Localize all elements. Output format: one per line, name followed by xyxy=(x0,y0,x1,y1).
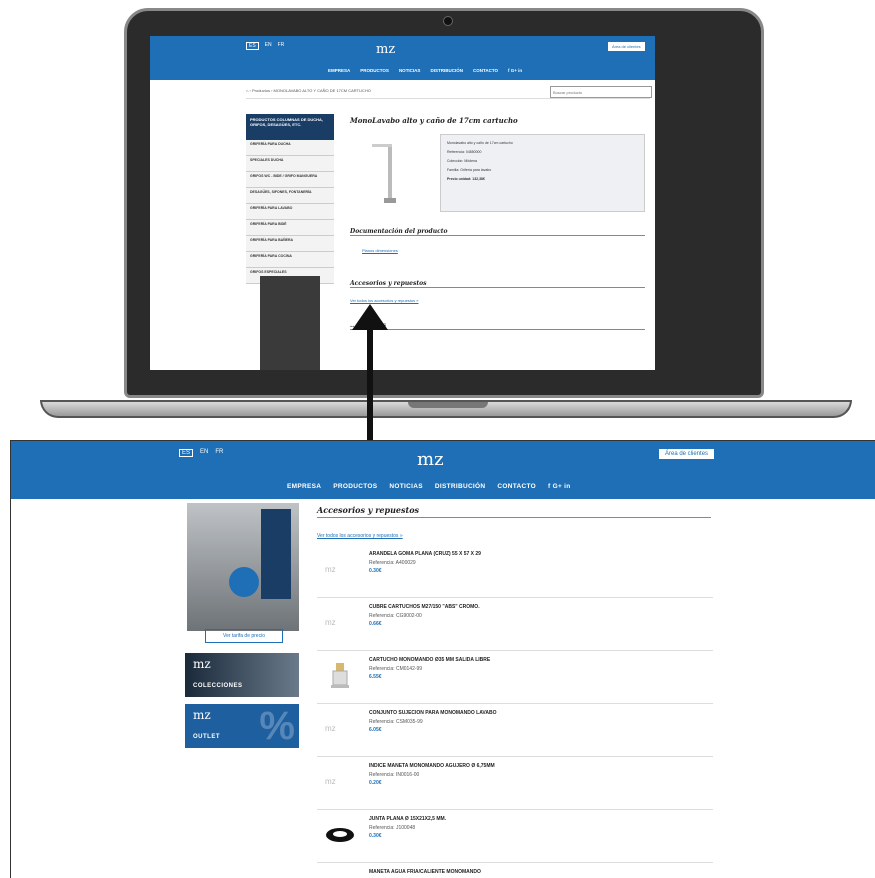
item-name[interactable]: CUBRE CARTUCHOS M27/150 "ABS" CROMO. xyxy=(369,604,480,610)
download-icon[interactable] xyxy=(229,567,259,597)
nav-noticias[interactable]: NOTICIAS xyxy=(389,483,422,490)
item-name[interactable]: ARANDELA GOMA PLANA (CRUZ) 55 X 57 X 29 xyxy=(369,551,481,557)
item-price: 6.05€ xyxy=(369,727,382,733)
item-reference: Referencia: CG9002-00 xyxy=(369,613,422,619)
item-name[interactable]: INDICE MANETA MONOMANDO AGUJERO Ø 6,75MM xyxy=(369,763,495,769)
outlet-logo: mz xyxy=(193,708,211,722)
list-item[interactable]: MANETA AGUA FRIA/CALIENTE MONOMANDO xyxy=(317,863,713,878)
nav-distribucion[interactable]: DISTRIBUCIÓN xyxy=(435,483,486,490)
promo-panel xyxy=(261,509,291,599)
list-item[interactable]: mz ARANDELA GOMA PLANA (CRUZ) 55 X 57 X … xyxy=(317,545,713,598)
list-item[interactable]: JUNTA PLANA Ø 15X21X2,5 MM. Referencia: … xyxy=(317,810,713,863)
collections-logo: mz xyxy=(193,657,211,671)
item-price: 0.20€ xyxy=(369,780,382,786)
list-item[interactable]: mz CONJUNTO SUJECION PARA MONOMANDO LAVA… xyxy=(317,704,713,757)
accessories-link[interactable]: Ver todos los accesorios y repuestos » xyxy=(317,533,403,539)
item-price: 0.30€ xyxy=(369,568,382,574)
accessories-heading: Accesorios y repuestos xyxy=(317,505,711,518)
item-price: 0.66€ xyxy=(369,621,382,627)
cartridge-image xyxy=(331,663,349,688)
placeholder-thumb: mz xyxy=(325,724,336,733)
item-reference: Referencia: J100048 xyxy=(369,825,416,831)
placeholder-thumb: mz xyxy=(325,777,336,786)
item-price: 0.30€ xyxy=(369,833,382,839)
collections-banner[interactable]: mz COLECCIONES xyxy=(185,653,299,697)
nav-contacto[interactable]: CONTACTO xyxy=(497,483,536,490)
site-header: ES EN FR mz Área de clientes EMPRESA PRO… xyxy=(11,441,875,499)
outlet-banner[interactable]: mz OUTLET % xyxy=(185,704,299,748)
item-name[interactable]: MANETA AGUA FRIA/CALIENTE MONOMANDO xyxy=(369,869,481,875)
item-name[interactable]: JUNTA PLANA Ø 15X21X2,5 MM. xyxy=(369,816,446,822)
placeholder-thumb: mz xyxy=(325,565,336,574)
list-item[interactable]: CARTUCHO MONOMANDO Ø35 MM SALIDA LIBRE R… xyxy=(317,651,713,704)
item-name[interactable]: CONJUNTO SUJECION PARA MONOMANDO LAVABO xyxy=(369,710,497,716)
zoomed-page: ES EN FR mz Área de clientes EMPRESA PRO… xyxy=(10,440,875,878)
item-price: 6.55€ xyxy=(369,674,382,680)
item-reference: Referencia: CM0142-99 xyxy=(369,666,423,672)
lang-en[interactable]: EN xyxy=(200,449,208,457)
logo[interactable]: mz xyxy=(417,449,444,470)
lang-es[interactable]: ES xyxy=(179,449,194,457)
nav-empresa[interactable]: EMPRESA xyxy=(287,483,321,490)
item-reference: Referencia: A400029 xyxy=(369,560,416,566)
price-list-button[interactable]: Ver tarifa de precio xyxy=(205,629,283,643)
collections-label: COLECCIONES xyxy=(193,683,243,689)
client-area-button[interactable]: Área de clientes xyxy=(659,449,715,459)
main-nav: EMPRESA PRODUCTOS NOTICIAS DISTRIBUCIÓN … xyxy=(287,483,571,490)
accessories-list: mz ARANDELA GOMA PLANA (CRUZ) 55 X 57 X … xyxy=(317,545,713,878)
nav-productos[interactable]: PRODUCTOS xyxy=(333,483,377,490)
outlet-label: OUTLET xyxy=(193,734,220,740)
list-item[interactable]: mz INDICE MANETA MONOMANDO AGUJERO Ø 6,7… xyxy=(317,757,713,810)
language-switcher[interactable]: ES EN FR xyxy=(179,449,223,457)
item-reference: Referencia: IN0016-00 xyxy=(369,772,420,778)
placeholder-thumb: mz xyxy=(325,618,336,627)
item-name[interactable]: CARTUCHO MONOMANDO Ø35 MM SALIDA LIBRE xyxy=(369,657,490,663)
social-icons[interactable]: f G+ in xyxy=(548,483,571,490)
list-item[interactable]: mz CUBRE CARTUCHOS M27/150 "ABS" CROMO. … xyxy=(317,598,713,651)
percent-icon: % xyxy=(259,704,295,748)
item-reference: Referencia: CSM035-99 xyxy=(369,719,423,725)
lang-fr[interactable]: FR xyxy=(215,449,223,457)
gasket-image xyxy=(326,828,354,842)
